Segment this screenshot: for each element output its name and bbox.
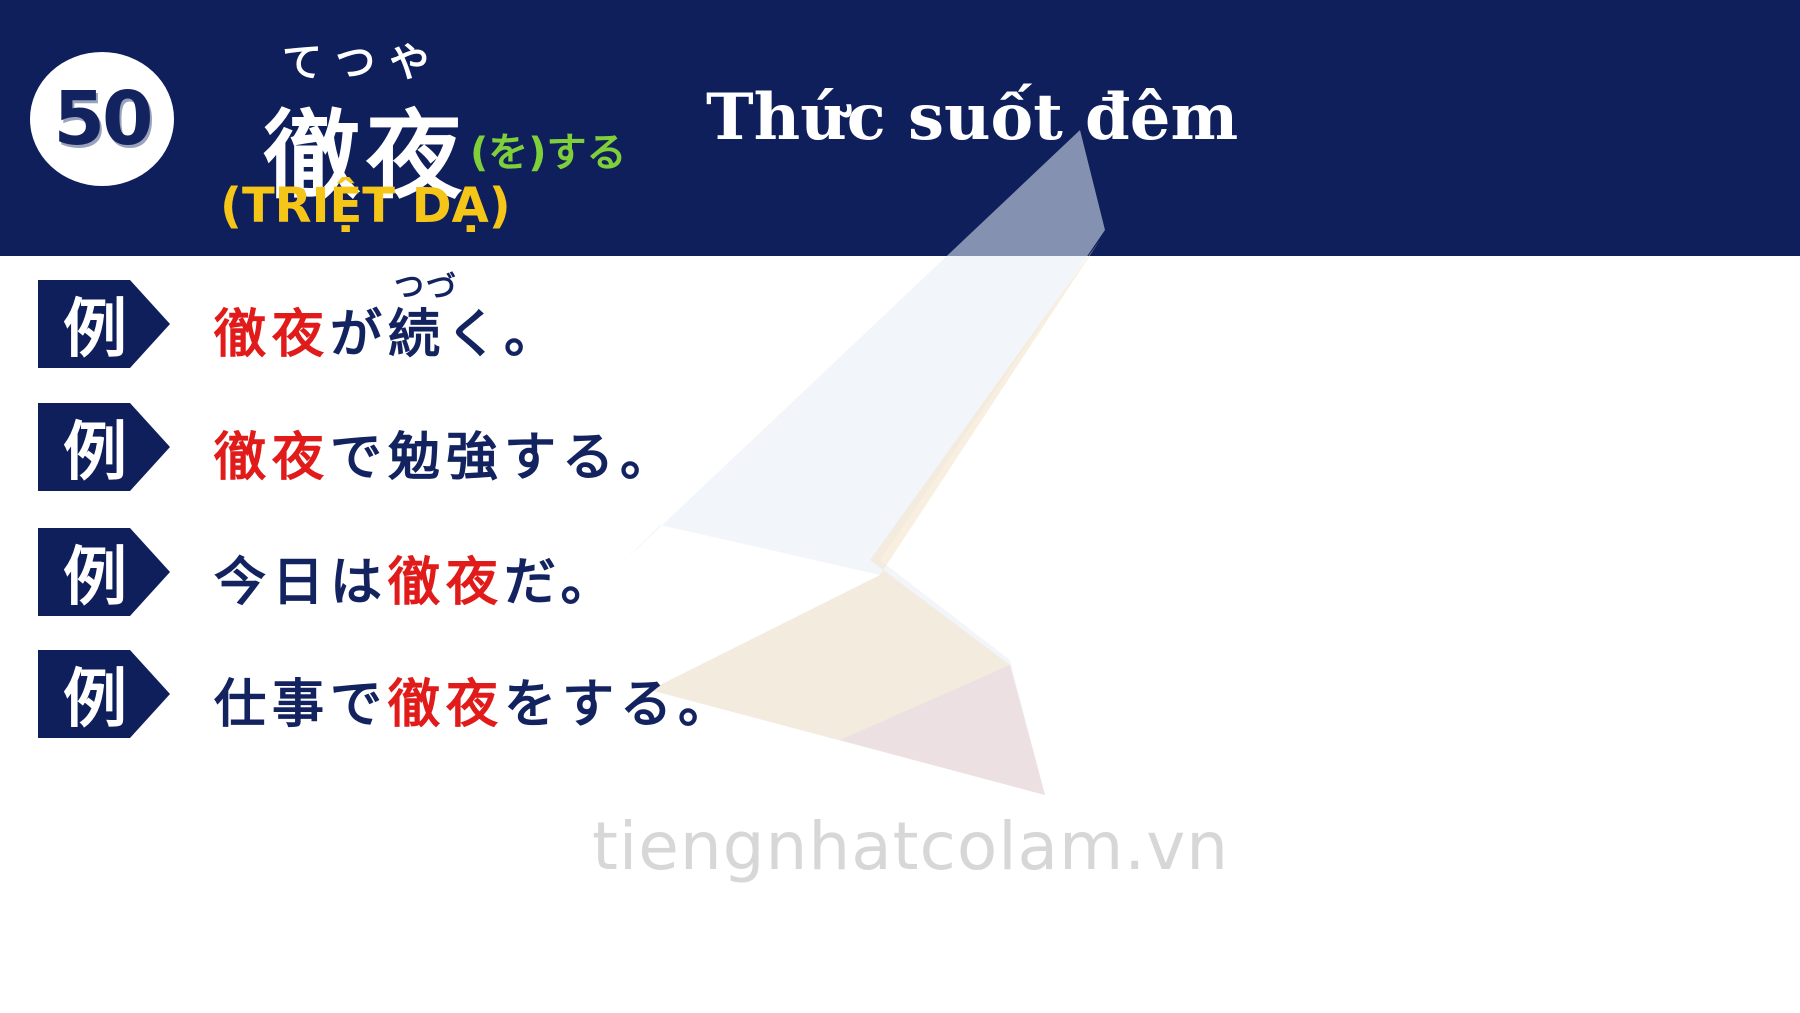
sentence-text: で勉強する。 — [330, 428, 679, 488]
header-banner: 50 てつや 徹夜 (を)する (TRIỆT DẠ) Thức suốt đêm — [0, 0, 1800, 256]
example-sentence: 仕事で徹夜をする。 — [214, 662, 736, 737]
sentence-text: 仕事で — [214, 675, 389, 735]
sentence-text: 続く。 — [388, 305, 563, 365]
example-tag-label: 例 — [63, 292, 127, 367]
example-row: 例 仕事で徹夜をする。 — [38, 650, 1238, 738]
highlighted-vocab: 徹夜 — [214, 428, 331, 488]
sentence-text: をする。 — [504, 675, 737, 735]
example-tag-label: 例 — [63, 662, 127, 737]
example-row: 例 今日は徹夜だ。 — [38, 528, 1238, 616]
sentence-text: 今日は — [214, 553, 389, 613]
example-sentence: 徹夜で勉強する。 — [214, 415, 678, 490]
watermark-text: tiengnhatcolam.vn — [592, 808, 1230, 885]
sentence-text: が — [330, 305, 389, 365]
example-tag-label: 例 — [63, 415, 127, 490]
highlighted-vocab: 徹夜 — [214, 305, 331, 365]
example-tag-label: 例 — [63, 540, 127, 615]
sentence-text: だ。 — [504, 553, 619, 613]
example-sentence: 今日は徹夜だ。 — [214, 540, 618, 615]
sino-vietnamese-reading: (TRIỆT DẠ) — [220, 178, 511, 234]
example-row: 例 徹夜が続く。 つづ — [38, 270, 1238, 368]
ruby-furigana: つづ — [394, 270, 458, 305]
example-sentence: 徹夜が続く。 つづ — [214, 270, 563, 367]
example-row: 例 徹夜で勉強する。 — [38, 403, 1238, 491]
highlighted-vocab: 徹夜 — [388, 553, 505, 613]
highlighted-vocab: 徹夜 — [388, 675, 505, 735]
vocab-meaning: Thức suốt đêm — [706, 80, 1239, 155]
lesson-number-badge: 50 — [30, 52, 174, 186]
vocab-suffix: (を)する — [470, 130, 627, 176]
